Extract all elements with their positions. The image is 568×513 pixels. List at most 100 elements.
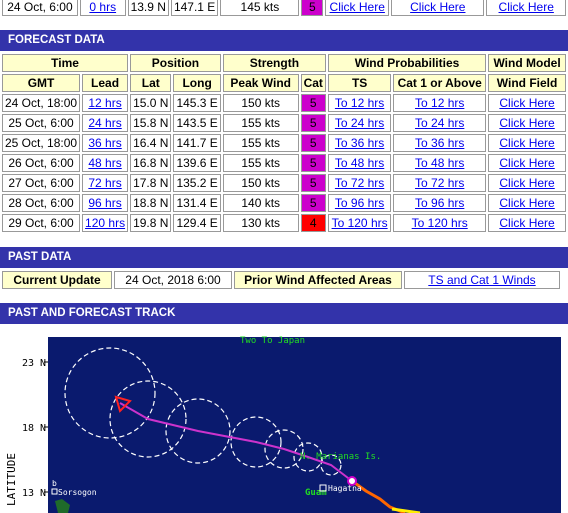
row-ts-link[interactable]: To 36 hrs bbox=[335, 136, 384, 150]
table-row: 24 Oct, 18:00 12 hrs 15.0 N 145.3 E 150 … bbox=[2, 94, 566, 112]
row-gmt: 26 Oct, 6:00 bbox=[2, 154, 81, 172]
group-strength: Strength bbox=[222, 54, 326, 72]
current-lat: 13.9 N bbox=[127, 0, 169, 16]
label-marianas: N. Marianas Is. bbox=[300, 452, 381, 462]
row-lead-link[interactable]: 12 hrs bbox=[88, 96, 121, 110]
past-data-header: PAST DATA bbox=[0, 247, 568, 268]
row-cat-badge: 5 bbox=[300, 114, 326, 132]
row-peak-wind: 150 kts bbox=[222, 94, 299, 112]
row-peak-wind: 155 kts bbox=[222, 134, 299, 152]
row-peak-wind: 140 kts bbox=[222, 194, 299, 212]
lat-label-23n: 23 N bbox=[22, 358, 46, 369]
row-ts-link[interactable]: To 12 hrs bbox=[335, 96, 384, 110]
row-lead-link[interactable]: 120 hrs bbox=[85, 216, 125, 230]
row-gmt: 29 Oct, 6:00 bbox=[2, 214, 81, 232]
row-cat1-link[interactable]: To 48 hrs bbox=[415, 156, 464, 170]
current-cat1-link[interactable]: Click Here bbox=[410, 0, 465, 14]
row-lat: 19.8 N bbox=[130, 214, 172, 232]
col-long: Long bbox=[173, 74, 221, 92]
row-ts-link[interactable]: To 72 hrs bbox=[335, 176, 384, 190]
row-cat1-link[interactable]: To 12 hrs bbox=[415, 96, 464, 110]
current-cat-badge: 5 bbox=[301, 0, 324, 16]
row-cat1-link[interactable]: To 72 hrs bbox=[415, 176, 464, 190]
group-wind-model: Wind Model bbox=[488, 54, 566, 72]
row-lead-link[interactable]: 72 hrs bbox=[88, 176, 121, 190]
row-lat: 15.0 N bbox=[130, 94, 172, 112]
forecast-data-header: FORECAST DATA bbox=[0, 30, 568, 51]
col-lat: Lat bbox=[130, 74, 172, 92]
row-lat: 16.8 N bbox=[130, 154, 172, 172]
row-cat-badge: 5 bbox=[300, 174, 326, 192]
row-wind-field-link[interactable]: Click Here bbox=[499, 176, 554, 190]
group-position: Position bbox=[130, 54, 221, 72]
latitude-axis-title: LATITUDE bbox=[5, 453, 18, 506]
map-ocean bbox=[48, 337, 561, 513]
row-lat: 17.8 N bbox=[130, 174, 172, 192]
row-long: 141.7 E bbox=[173, 134, 221, 152]
current-position-row: 24 Oct, 6:00 0 hrs 13.9 N 147.1 E 145 kt… bbox=[0, 0, 568, 18]
lat-label-18n: 18 N bbox=[22, 423, 46, 434]
row-ts-link[interactable]: To 24 hrs bbox=[335, 116, 384, 130]
row-cat-badge: 4 bbox=[300, 214, 326, 232]
current-peak-wind: 145 kts bbox=[220, 0, 300, 16]
current-ts-link[interactable]: Click Here bbox=[330, 0, 385, 14]
row-long: 145.3 E bbox=[173, 94, 221, 112]
row-lead-link[interactable]: 96 hrs bbox=[88, 196, 121, 210]
row-ts-link[interactable]: To 96 hrs bbox=[335, 196, 384, 210]
label-guam: Guam bbox=[305, 488, 327, 498]
current-wind-field-link[interactable]: Click Here bbox=[499, 0, 554, 14]
row-wind-field-link[interactable]: Click Here bbox=[499, 136, 554, 150]
col-gmt: GMT bbox=[2, 74, 81, 92]
label-hagatna: Hagatna bbox=[328, 484, 362, 493]
row-wind-field-link[interactable]: Click Here bbox=[499, 216, 554, 230]
row-lat: 18.8 N bbox=[130, 194, 172, 212]
lat-label-13n: 13 N bbox=[22, 488, 46, 499]
label-sorsogon: Sorsogon bbox=[58, 488, 97, 497]
row-cat1-link[interactable]: To 96 hrs bbox=[415, 196, 464, 210]
row-wind-field-link[interactable]: Click Here bbox=[499, 196, 554, 210]
row-wind-field-link[interactable]: Click Here bbox=[499, 116, 554, 130]
col-cat: Cat bbox=[300, 74, 326, 92]
row-long: 143.5 E bbox=[173, 114, 221, 132]
row-peak-wind: 155 kts bbox=[222, 154, 299, 172]
prior-areas-link[interactable]: TS and Cat 1 Winds bbox=[428, 273, 535, 287]
group-wind-probabilities: Wind Probabilities bbox=[327, 54, 487, 72]
row-gmt: 24 Oct, 18:00 bbox=[2, 94, 81, 112]
row-long: 135.2 E bbox=[173, 174, 221, 192]
row-cat-badge: 5 bbox=[300, 194, 326, 212]
row-cat1-link[interactable]: To 36 hrs bbox=[415, 136, 464, 150]
row-cat-badge: 5 bbox=[300, 134, 326, 152]
row-peak-wind: 130 kts bbox=[222, 214, 299, 232]
table-row: 25 Oct, 18:00 36 hrs 16.4 N 141.7 E 155 … bbox=[2, 134, 566, 152]
row-lat: 16.4 N bbox=[130, 134, 172, 152]
track-map[interactable]: 23 N 18 N 13 N LATITUDE b N. Marianas Is… bbox=[0, 331, 568, 513]
row-lead-link[interactable]: 48 hrs bbox=[88, 156, 121, 170]
row-long: 129.4 E bbox=[173, 214, 221, 232]
row-long: 131.4 E bbox=[173, 194, 221, 212]
row-ts-link[interactable]: To 120 hrs bbox=[332, 216, 388, 230]
current-update-label: Current Update bbox=[2, 271, 112, 289]
past-data-table: Current Update 24 Oct, 2018 6:00 Prior W… bbox=[0, 269, 562, 291]
row-lead-link[interactable]: 24 hrs bbox=[88, 116, 121, 130]
group-time: Time bbox=[2, 54, 129, 72]
row-wind-field-link[interactable]: Click Here bbox=[499, 96, 554, 110]
row-cat-badge: 5 bbox=[300, 94, 326, 112]
table-row: 29 Oct, 6:00 120 hrs 19.8 N 129.4 E 130 … bbox=[2, 214, 566, 232]
table-row: 25 Oct, 6:00 24 hrs 15.8 N 143.5 E 155 k… bbox=[2, 114, 566, 132]
row-cat1-link[interactable]: To 120 hrs bbox=[412, 216, 468, 230]
current-update-value: 24 Oct, 2018 6:00 bbox=[114, 271, 232, 289]
col-peak-wind: Peak Wind bbox=[222, 74, 299, 92]
row-wind-field-link[interactable]: Click Here bbox=[499, 156, 554, 170]
current-gmt: 24 Oct, 6:00 bbox=[2, 0, 78, 16]
forecast-table: Time Position Strength Wind Probabilitie… bbox=[0, 52, 568, 234]
row-gmt: 28 Oct, 6:00 bbox=[2, 194, 81, 212]
track-header: PAST AND FORECAST TRACK bbox=[0, 303, 568, 324]
table-row: 27 Oct, 6:00 72 hrs 17.8 N 135.2 E 150 k… bbox=[2, 174, 566, 192]
row-ts-link[interactable]: To 48 hrs bbox=[335, 156, 384, 170]
row-lead-link[interactable]: 36 hrs bbox=[88, 136, 121, 150]
prior-areas-label: Prior Wind Affected Areas bbox=[234, 271, 402, 289]
row-peak-wind: 155 kts bbox=[222, 114, 299, 132]
current-lead-link[interactable]: 0 hrs bbox=[89, 0, 116, 14]
row-cat1-link[interactable]: To 24 hrs bbox=[415, 116, 464, 130]
col-wind-field: Wind Field bbox=[488, 74, 566, 92]
